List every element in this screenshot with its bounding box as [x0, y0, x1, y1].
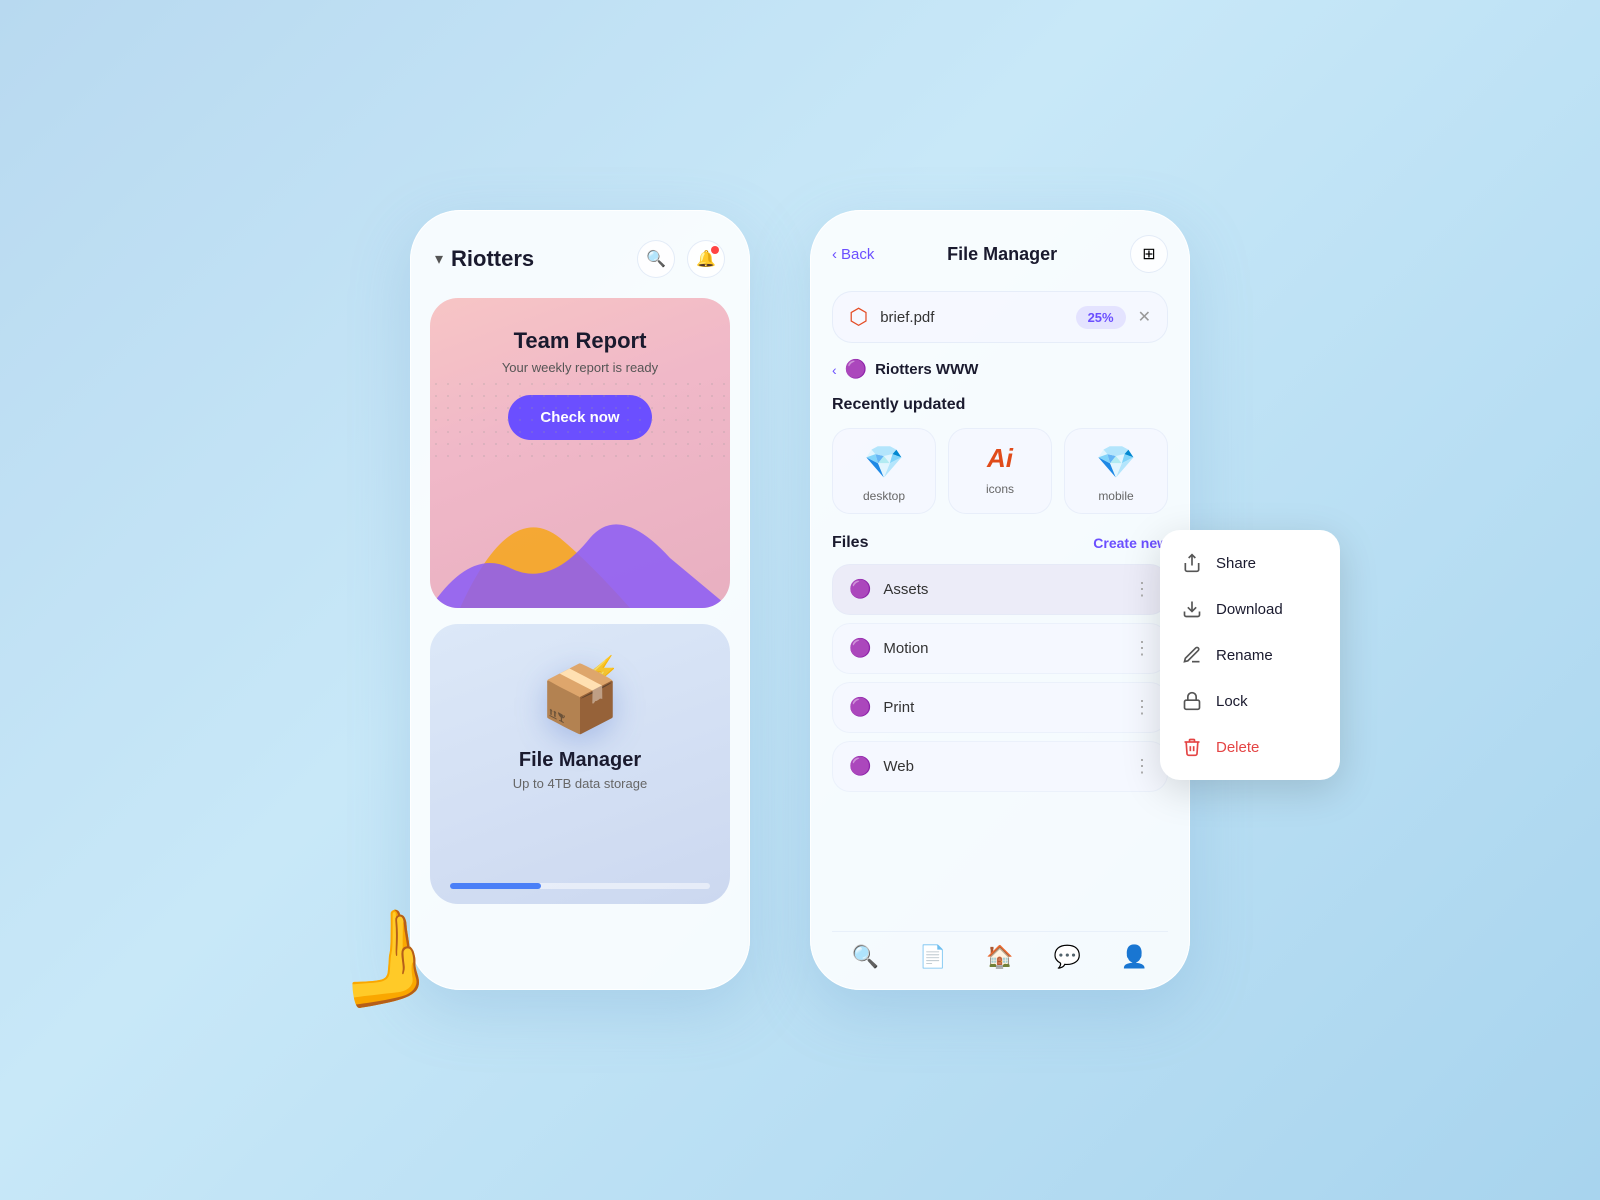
print-folder-icon: 🟣	[849, 697, 871, 718]
left-phone-header: ▾ Riotters 🔍 🔔	[430, 240, 730, 298]
file-row-motion[interactable]: 🟣 Motion ⋮	[832, 623, 1168, 674]
storage-progress-bar	[450, 883, 710, 889]
assets-more-button[interactable]: ⋮	[1133, 579, 1151, 600]
nav-profile[interactable]: 👤	[1121, 944, 1148, 970]
notifications-button[interactable]: 🔔	[687, 240, 725, 278]
back-button[interactable]: ‹ Back	[832, 246, 874, 263]
chart-area	[430, 478, 730, 608]
download-icon	[1182, 599, 1202, 619]
web-folder-name: Web	[883, 758, 1121, 775]
file-thumb-label-desktop: desktop	[863, 489, 905, 503]
file-manager-header-title: File Manager	[947, 244, 1057, 265]
header-icons: 🔍 🔔	[637, 240, 725, 278]
left-phone: ▾ Riotters 🔍 🔔 Team Report Your weekly r…	[410, 210, 750, 990]
pdf-close-button[interactable]: ✕	[1138, 307, 1151, 327]
motion-more-button[interactable]: ⋮	[1133, 638, 1151, 659]
filter-icon: ⊞	[1142, 244, 1155, 264]
breadcrumb-back-icon[interactable]: ‹	[832, 362, 837, 378]
file-row-assets[interactable]: 🟣 Assets ⋮	[832, 564, 1168, 615]
ai-icon: Ai	[987, 443, 1013, 474]
menu-item-delete[interactable]: Delete	[1160, 724, 1340, 770]
rename-icon	[1182, 645, 1202, 665]
file-row-print[interactable]: 🟣 Print ⋮	[832, 682, 1168, 733]
title-group: ▾ Riotters	[435, 246, 534, 272]
delete-icon	[1182, 737, 1202, 757]
team-report-card: Team Report Your weekly report is ready …	[430, 298, 730, 608]
file-list: 🟣 Assets ⋮ 🟣 Motion ⋮ 🟣 Print ⋮ 🟣 Web ⋮	[832, 564, 1168, 792]
create-new-button[interactable]: Create new	[1093, 535, 1168, 551]
breadcrumb: ‹ 🟣 Riotters WWW	[832, 359, 1168, 380]
file-row-web[interactable]: 🟣 Web ⋮	[832, 741, 1168, 792]
sketch-icon: 💎	[864, 443, 904, 481]
pdf-filename: brief.pdf	[880, 309, 1063, 326]
file-manager-subtitle: Up to 4TB data storage	[513, 776, 647, 791]
app-title: Riotters	[451, 246, 534, 272]
lock-icon	[1182, 691, 1202, 711]
web-folder-icon: 🟣	[849, 756, 871, 777]
file-manager-title: File Manager	[519, 749, 641, 772]
pdf-progress-percent: 25%	[1076, 306, 1126, 329]
menu-item-download[interactable]: Download	[1160, 586, 1340, 632]
file-thumb-icons[interactable]: Ai icons	[948, 428, 1052, 514]
nav-search[interactable]: 🔍	[852, 944, 879, 970]
file-thumb-label-mobile: mobile	[1098, 489, 1133, 503]
file-thumb-desktop[interactable]: 💎 desktop	[832, 428, 936, 514]
menu-item-share[interactable]: Share	[1160, 540, 1340, 586]
file-manager-box-icon: 📦	[540, 661, 621, 737]
print-folder-name: Print	[883, 699, 1121, 716]
nav-messages[interactable]: 💬	[1053, 944, 1080, 970]
search-button[interactable]: 🔍	[637, 240, 675, 278]
motion-folder-name: Motion	[883, 640, 1121, 657]
pdf-icon: ⬡	[849, 304, 868, 330]
back-chevron-icon: ‹	[832, 246, 837, 263]
recently-updated-list: 💎 desktop Ai icons 💎 mobile	[832, 428, 1168, 514]
recently-updated-title: Recently updated	[832, 396, 1168, 414]
delete-label: Delete	[1216, 739, 1259, 756]
assets-folder-icon: 🟣	[849, 579, 871, 600]
back-label: Back	[841, 246, 874, 263]
lock-label: Lock	[1216, 693, 1248, 710]
rename-label: Rename	[1216, 647, 1273, 664]
context-menu: Share Download Rename	[1160, 530, 1340, 780]
progress-fill	[450, 883, 541, 889]
bottom-navigation: 🔍 📄 🏠 💬 👤	[832, 931, 1168, 975]
share-label: Share	[1216, 555, 1256, 572]
files-section-header: Files Create new	[832, 534, 1168, 552]
notification-dot	[711, 246, 719, 254]
search-icon: 🔍	[646, 249, 666, 269]
folder-icon: 🟣	[845, 359, 867, 380]
team-report-title: Team Report	[455, 328, 705, 354]
print-more-button[interactable]: ⋮	[1133, 697, 1151, 718]
pdf-upload-bar: ⬡ brief.pdf 25% ✕	[832, 291, 1168, 343]
dots-pattern	[430, 378, 730, 458]
breadcrumb-folder-name: Riotters WWW	[875, 361, 978, 378]
menu-item-lock[interactable]: Lock	[1160, 678, 1340, 724]
hand-illustration: 🫸	[322, 896, 451, 1019]
assets-folder-name: Assets	[883, 581, 1121, 598]
web-more-button[interactable]: ⋮	[1133, 756, 1151, 777]
file-thumb-mobile[interactable]: 💎 mobile	[1064, 428, 1168, 514]
files-section-title: Files	[832, 534, 868, 552]
nav-messages-icon: 💬	[1053, 944, 1080, 970]
nav-search-icon: 🔍	[852, 944, 879, 970]
team-report-subtitle: Your weekly report is ready	[455, 360, 705, 375]
nav-home[interactable]: 🏠	[986, 944, 1013, 970]
menu-item-rename[interactable]: Rename	[1160, 632, 1340, 678]
nav-profile-icon: 👤	[1121, 944, 1148, 970]
motion-folder-icon: 🟣	[849, 638, 871, 659]
file-manager-3d-icon-area: ⚡ 📦	[540, 649, 621, 749]
file-manager-card: ⚡ 📦 File Manager Up to 4TB data storage	[430, 624, 730, 904]
right-phone-header: ‹ Back File Manager ⊞	[832, 235, 1168, 273]
right-phone: ‹ Back File Manager ⊞ ⬡ brief.pdf 25% ✕ …	[810, 210, 1190, 990]
nav-files[interactable]: 📄	[919, 944, 946, 970]
sketch-mobile-icon: 💎	[1096, 443, 1136, 481]
filter-button[interactable]: ⊞	[1130, 235, 1168, 273]
file-thumb-label-icons: icons	[986, 482, 1014, 496]
download-label: Download	[1216, 601, 1283, 618]
nav-home-icon: 🏠	[986, 944, 1013, 970]
nav-files-icon: 📄	[919, 944, 946, 970]
share-icon	[1182, 553, 1202, 573]
chevron-down-icon: ▾	[435, 249, 443, 269]
